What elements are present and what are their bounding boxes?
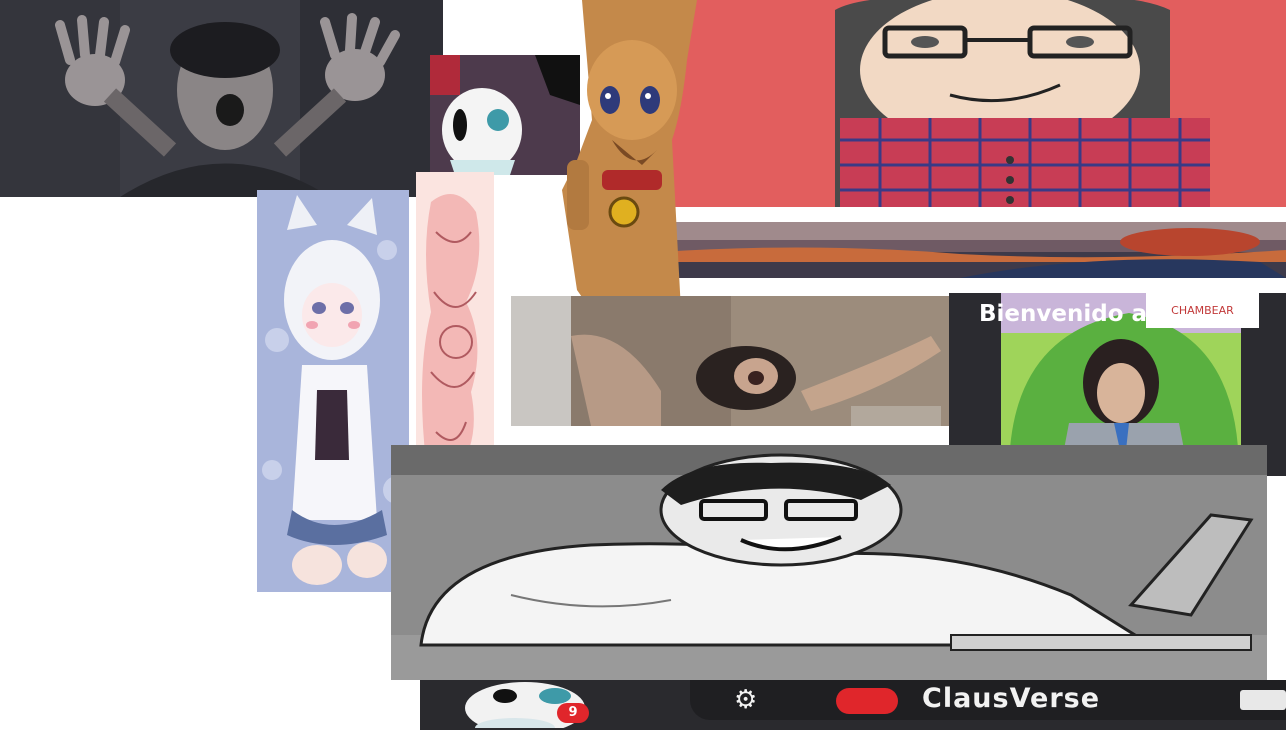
photo-screaming-gamer <box>0 0 443 197</box>
card-icon <box>1240 690 1286 710</box>
notification-badge: 9 <box>557 703 589 723</box>
chambear-badge: CHAMBEAR <box>1146 293 1259 328</box>
landscape-strip <box>660 222 1286 278</box>
cartoon-dog-bell <box>562 0 702 340</box>
cartoon-ghost-character <box>430 55 580 175</box>
drawing-glasses-character <box>660 0 1286 207</box>
anime-cat-girl <box>257 190 409 592</box>
username-pill: ⚙ ClausVerse <box>690 680 1286 720</box>
record-dot-icon <box>836 688 898 714</box>
grayscale-meme-drawing <box>391 445 1267 680</box>
welcome-heading: Bienvenido a <box>979 301 1148 327</box>
profile-bar: 9 ⚙ ClausVerse <box>420 680 1286 730</box>
gear-icon[interactable]: ⚙ <box>734 683 757 717</box>
username-label: ClausVerse <box>922 683 1101 714</box>
photo-screaming-person <box>511 296 949 426</box>
